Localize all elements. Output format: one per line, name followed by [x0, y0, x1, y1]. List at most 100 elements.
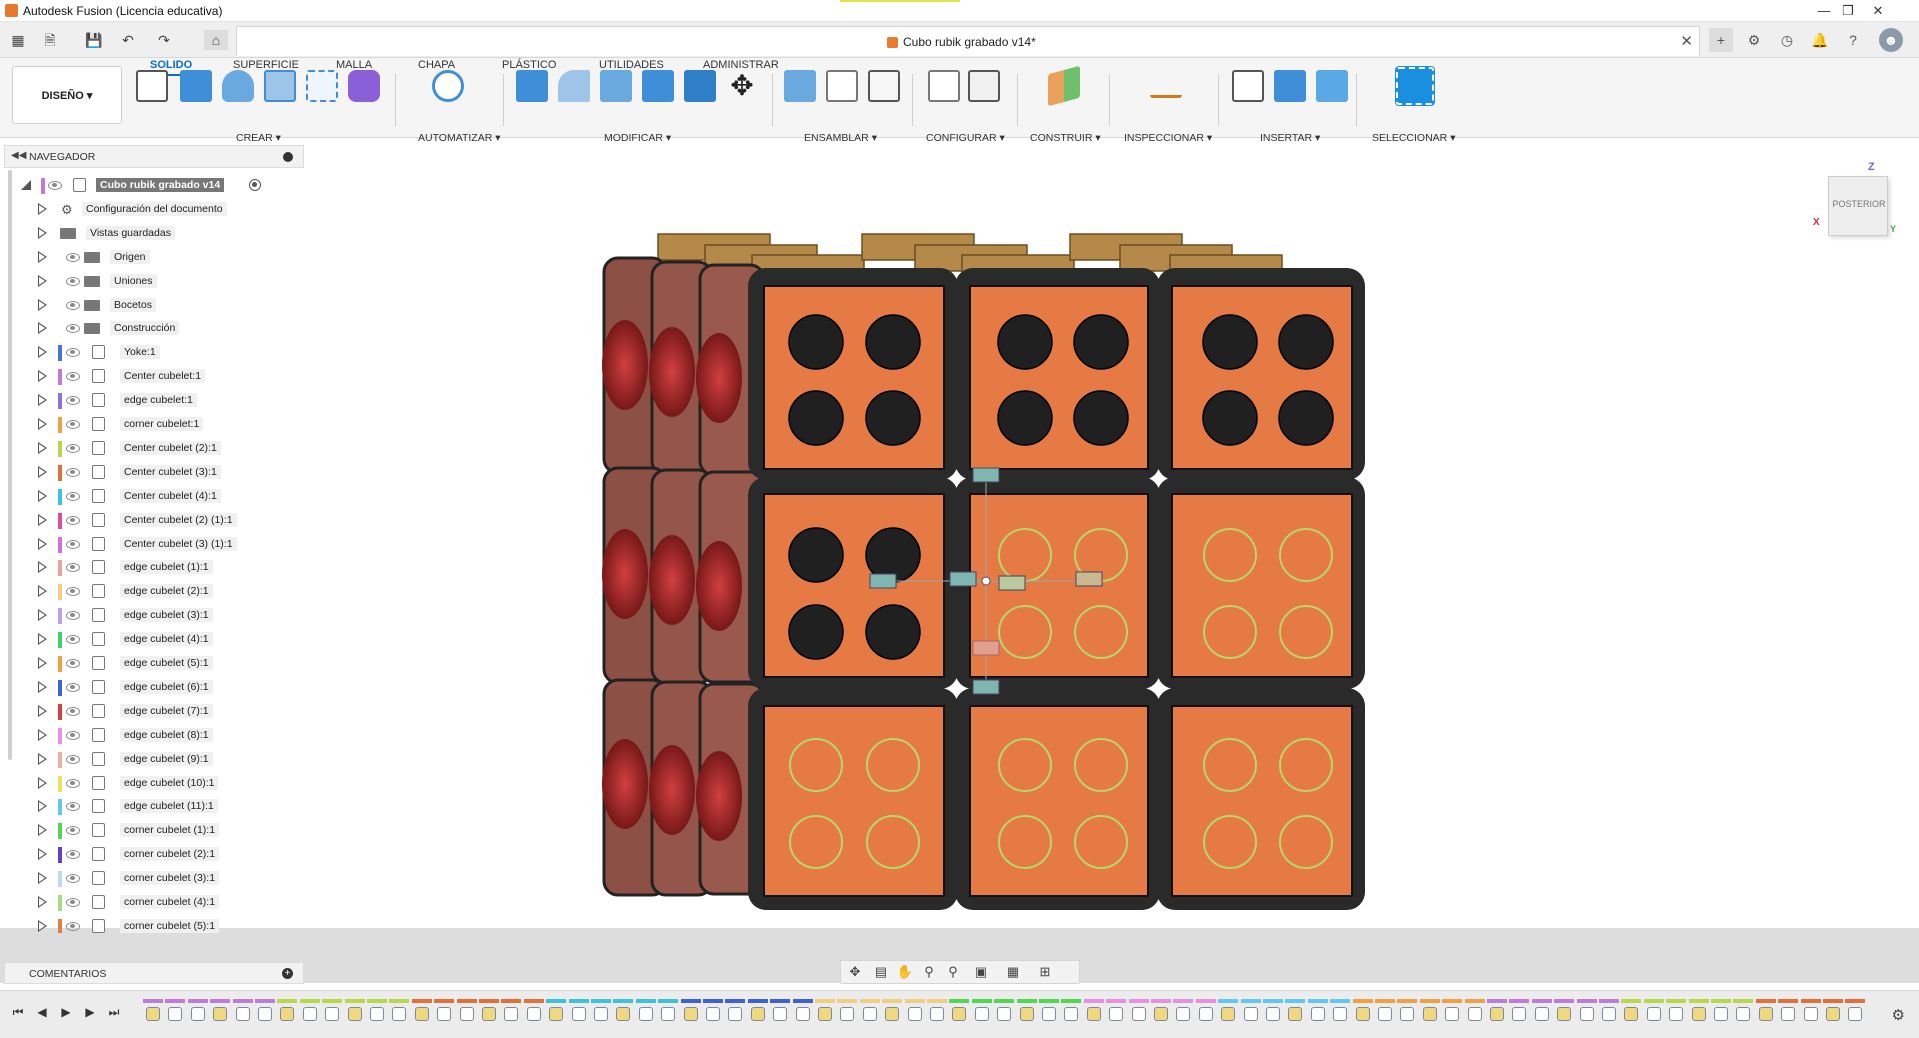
- timeline-feature[interactable]: [1307, 999, 1328, 1025]
- timeline-feature[interactable]: [1531, 999, 1552, 1025]
- timeline-feature[interactable]: [792, 999, 813, 1025]
- grid-settings-icon[interactable]: ▦: [1003, 963, 1023, 981]
- viewcube[interactable]: POSTERIOR: [1828, 176, 1888, 236]
- minimize-browser-icon[interactable]: [283, 152, 293, 162]
- timeline-feature[interactable]: [1330, 999, 1351, 1025]
- timeline-feature[interactable]: [882, 999, 903, 1025]
- timeline-feature[interactable]: [815, 999, 835, 1025]
- timeline-feature[interactable]: [1442, 999, 1463, 1025]
- browser-item[interactable]: edge cubelet (6):1: [0, 676, 300, 698]
- browser-item[interactable]: Center cubelet (3):1: [0, 461, 300, 483]
- browser-item[interactable]: Center cubelet (2) (1):1: [0, 509, 300, 531]
- browser-item[interactable]: edge cubelet (1):1: [0, 556, 300, 578]
- browser-item[interactable]: Vistas guardadas: [0, 222, 300, 244]
- timeline-feature[interactable]: [411, 999, 432, 1025]
- browser-item[interactable]: edge cubelet (9):1: [0, 748, 300, 770]
- press-pull-icon[interactable]: [516, 70, 548, 102]
- visibility-eye-icon[interactable]: [66, 754, 80, 764]
- timeline-feature[interactable]: [546, 999, 567, 1025]
- visibility-eye-icon[interactable]: [66, 778, 80, 788]
- expand-icon[interactable]: [38, 752, 47, 765]
- timeline-feature[interactable]: [1419, 999, 1440, 1025]
- timeline-feature[interactable]: [255, 999, 275, 1025]
- shell-icon[interactable]: [684, 70, 716, 102]
- timeline-feature[interactable]: [210, 999, 231, 1025]
- expand-icon[interactable]: [38, 848, 47, 861]
- timeline-feature[interactable]: [1823, 999, 1843, 1025]
- expand-icon[interactable]: [38, 609, 47, 622]
- add-comment-icon[interactable]: +: [282, 968, 293, 979]
- timeline-feature[interactable]: [1688, 999, 1709, 1025]
- timeline-feature[interactable]: [1352, 999, 1373, 1025]
- timeline-feature[interactable]: [322, 999, 343, 1025]
- timeline-feature[interactable]: [568, 999, 589, 1025]
- timeline-feature[interactable]: [904, 999, 925, 1025]
- expand-icon[interactable]: [38, 561, 47, 574]
- step-back-icon[interactable]: ◀: [34, 1005, 50, 1023]
- browser-item[interactable]: edge cubelet (2):1: [0, 580, 300, 602]
- insert-derive-icon[interactable]: [1232, 70, 1264, 102]
- step-forward-icon[interactable]: ▶: [82, 1005, 98, 1023]
- timeline-feature[interactable]: [367, 999, 387, 1025]
- grid-icon[interactable]: ▦: [8, 30, 28, 50]
- form-icon[interactable]: [348, 70, 380, 102]
- collapse-root-icon[interactable]: [21, 180, 31, 190]
- expand-icon[interactable]: [38, 513, 47, 526]
- browser-item[interactable]: corner cubelet (5):1: [0, 915, 300, 933]
- browser-item[interactable]: Origen: [0, 246, 300, 268]
- close-tab-icon[interactable]: ✕: [1680, 32, 1693, 50]
- timeline-feature[interactable]: [703, 999, 723, 1025]
- select-icon[interactable]: [1395, 66, 1435, 106]
- timeline-feature[interactable]: [1621, 999, 1642, 1025]
- visibility-eye-icon[interactable]: [66, 348, 80, 358]
- extrude-icon[interactable]: [180, 70, 212, 102]
- document-tab[interactable]: Cubo rubik grabado v14* ✕: [236, 26, 1700, 56]
- timeline-feature[interactable]: [859, 999, 880, 1025]
- timeline-feature[interactable]: [1800, 999, 1821, 1025]
- browser-item[interactable]: Center cubelet (2):1: [0, 437, 300, 459]
- timeline-feature[interactable]: [635, 999, 656, 1025]
- timeline-feature[interactable]: [1576, 999, 1597, 1025]
- fit-icon[interactable]: ⚲: [943, 963, 963, 981]
- browser-item[interactable]: edge cubelet (11):1: [0, 795, 300, 817]
- expand-icon[interactable]: [38, 776, 47, 789]
- timeline-feature[interactable]: [1016, 999, 1037, 1025]
- timeline-feature[interactable]: [1263, 999, 1283, 1025]
- browser-item[interactable]: edge cubelet (4):1: [0, 628, 300, 650]
- timeline-feature[interactable]: [1240, 999, 1261, 1025]
- browser-item[interactable]: corner cubelet (1):1: [0, 819, 300, 841]
- browser-item[interactable]: ⚙ Configuración del documento: [0, 198, 300, 220]
- visibility-eye-icon[interactable]: [66, 850, 80, 860]
- timeline-feature[interactable]: [1464, 999, 1485, 1025]
- pattern-icon[interactable]: [306, 70, 338, 102]
- configuration-table-icon[interactable]: [968, 70, 1000, 102]
- timeline-feature[interactable]: [1106, 999, 1127, 1025]
- timeline-feature[interactable]: [1845, 999, 1866, 1025]
- notifications-icon[interactable]: 🔔: [1808, 28, 1832, 52]
- create-sketch-icon[interactable]: [136, 70, 168, 102]
- new-tab-icon[interactable]: +: [1709, 28, 1733, 52]
- timeline-feature[interactable]: [1218, 999, 1239, 1025]
- timeline-feature[interactable]: [1643, 999, 1664, 1025]
- zoom-icon[interactable]: ⚲: [919, 963, 939, 981]
- visibility-eye-icon[interactable]: [66, 635, 80, 645]
- visibility-eye-icon[interactable]: [66, 372, 80, 382]
- close-icon[interactable]: ✕: [1866, 2, 1890, 20]
- browser-item[interactable]: edge cubelet (7):1: [0, 700, 300, 722]
- visibility-eye-icon[interactable]: [66, 443, 80, 453]
- orbit-icon[interactable]: ✥: [845, 963, 865, 981]
- timeline-feature[interactable]: [1666, 999, 1687, 1025]
- timeline-feature[interactable]: [344, 999, 365, 1025]
- timeline-feature[interactable]: [770, 999, 791, 1025]
- timeline-feature[interactable]: [658, 999, 679, 1025]
- visibility-eye-icon[interactable]: [66, 324, 80, 334]
- timeline-feature[interactable]: [613, 999, 634, 1025]
- visibility-eye-icon[interactable]: [66, 921, 80, 931]
- timeline-feature[interactable]: [501, 999, 522, 1025]
- browser-item[interactable]: edge cubelet (5):1: [0, 652, 300, 674]
- visibility-eye-icon[interactable]: [66, 539, 80, 549]
- automate-icon[interactable]: [432, 70, 464, 102]
- display-settings-icon[interactable]: ▣: [971, 963, 991, 981]
- configure-icon[interactable]: [928, 70, 960, 102]
- timeline-feature[interactable]: [1195, 999, 1216, 1025]
